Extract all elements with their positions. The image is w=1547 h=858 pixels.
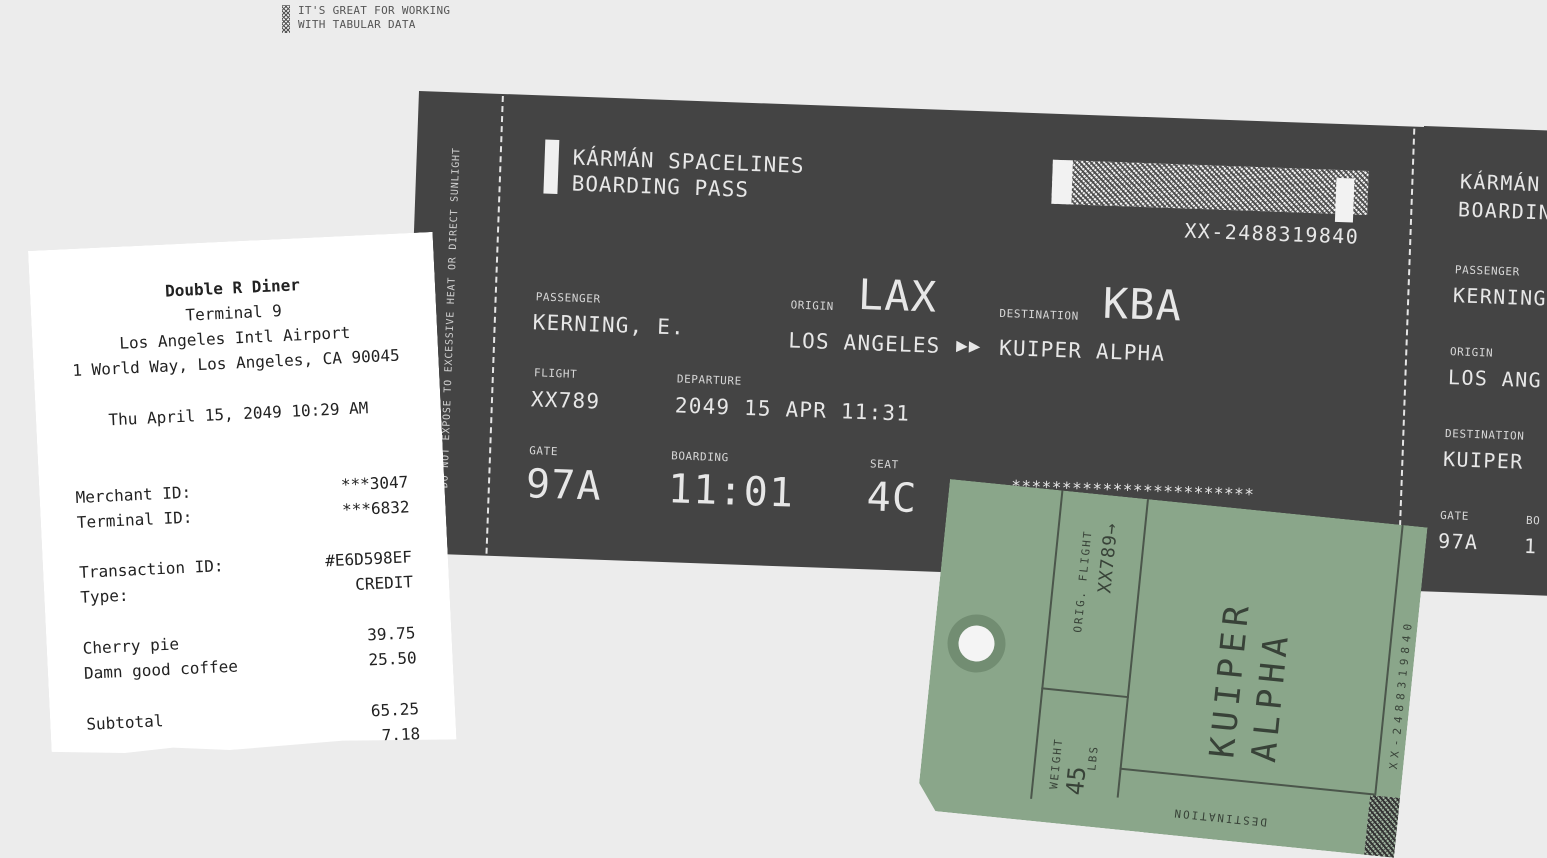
- receipt: Double R Diner Terminal 9 Los Angeles In…: [28, 232, 456, 759]
- item-price: 25.50: [368, 648, 418, 670]
- transaction-label: Transaction ID:: [78, 556, 224, 582]
- orig-flight-value: XX789→: [1094, 521, 1123, 595]
- item-name: Damn good coffee: [83, 656, 239, 683]
- airline-logo: [543, 139, 560, 195]
- flight-number: XX789: [530, 387, 601, 414]
- stub-gate: 97A: [1437, 528, 1479, 555]
- tax-value: 7.18: [381, 724, 421, 745]
- tag-hole: [945, 612, 1009, 676]
- tag-destination-label: DESTINATION: [1171, 806, 1268, 829]
- item-name: Cherry pie: [82, 634, 180, 658]
- tag-texture: [1364, 795, 1400, 858]
- total-row: 72.43: [88, 749, 422, 784]
- origin-city: LOS ANGELES: [787, 328, 941, 358]
- passenger-label: PASSENGER: [535, 290, 601, 306]
- seat-label: SEAT: [869, 457, 900, 472]
- departure-label: DEPARTURE: [676, 372, 743, 388]
- barcode: [1051, 159, 1369, 223]
- perforation-left: [485, 95, 504, 554]
- stub-gate-label: GATE: [1439, 508, 1470, 523]
- subtotal-label: Subtotal: [85, 711, 164, 734]
- boarding-pass-stub: KÁRMÁN BOARDIN PASSENGER KERNING ORIGIN …: [1407, 126, 1547, 602]
- receipt-datetime: Thu April 15, 2049 10:29 AM: [108, 398, 369, 430]
- destination-code: KBA: [1101, 278, 1184, 331]
- boarding-time: 11:01: [667, 466, 796, 517]
- luggage-tag: ORIG. FLIGHT XX789→ WEIGHT LBS 45 KUIPER…: [916, 479, 1427, 858]
- stub-boarding: 1: [1523, 533, 1538, 559]
- type-label: Type:: [79, 585, 129, 607]
- destination-city: KUIPER ALPHA: [998, 335, 1166, 366]
- stub-passenger-label: PASSENGER: [1454, 263, 1521, 279]
- ticket-number: XX-2488319840: [1184, 218, 1360, 249]
- merchant-label: Merchant ID:: [75, 482, 192, 508]
- total-value: 72.43: [372, 749, 422, 771]
- weight-value: 45: [1060, 765, 1092, 797]
- origin-code: LAX: [857, 269, 939, 322]
- heat-warning: DO NOT EXPOSE TO EXCESSIVE HEAT OR DIREC…: [439, 147, 463, 489]
- stub-origin-label: ORIGIN: [1449, 345, 1494, 360]
- stub-doc-type: BOARDIN: [1457, 197, 1547, 225]
- flight-label: FLIGHT: [533, 366, 578, 381]
- seat-value: 4C: [865, 474, 919, 523]
- boarding-label: BOARDING: [670, 449, 730, 465]
- subtotal-value: 65.25: [370, 699, 420, 721]
- transaction-value: #E6D598EF: [324, 547, 413, 571]
- orig-flight-label: ORIG. FLIGHT: [1071, 529, 1095, 634]
- caption-line-2: WITH TABULAR DATA: [298, 18, 416, 31]
- stub-origin: LOS ANG: [1447, 365, 1543, 393]
- gate-value: 97A: [525, 461, 603, 510]
- stub-destination: KUIPER: [1442, 446, 1525, 474]
- terminal-label: Terminal ID:: [76, 507, 193, 532]
- origin-label: ORIGIN: [790, 298, 835, 313]
- caption-line-1: IT'S GREAT FOR WORKING: [298, 4, 451, 17]
- departure-time: 2049 15 APR 11:31: [674, 393, 911, 426]
- tag-destination: KUIPER ALPHA: [1202, 597, 1298, 765]
- stub-passenger: KERNING: [1452, 283, 1547, 311]
- stub-destination-label: DESTINATION: [1444, 426, 1525, 443]
- gate-label: GATE: [528, 444, 559, 459]
- passenger-name: KERNING, E.: [532, 310, 686, 340]
- destination-label: DESTINATION: [999, 306, 1080, 323]
- route-arrow-icon: ▶▶: [955, 334, 982, 358]
- caption: IT'S GREAT FOR WORKING WITH TABULAR DATA: [282, 4, 450, 33]
- terminal-value: ***6832: [341, 497, 410, 520]
- stub-airline: KÁRMÁN: [1459, 169, 1542, 197]
- item-price: 39.75: [366, 623, 416, 645]
- hatch-icon: [282, 5, 290, 33]
- type-value: CREDIT: [354, 572, 414, 594]
- merchant-value: ***3047: [340, 472, 409, 495]
- stub-boarding-label: BO: [1525, 513, 1541, 528]
